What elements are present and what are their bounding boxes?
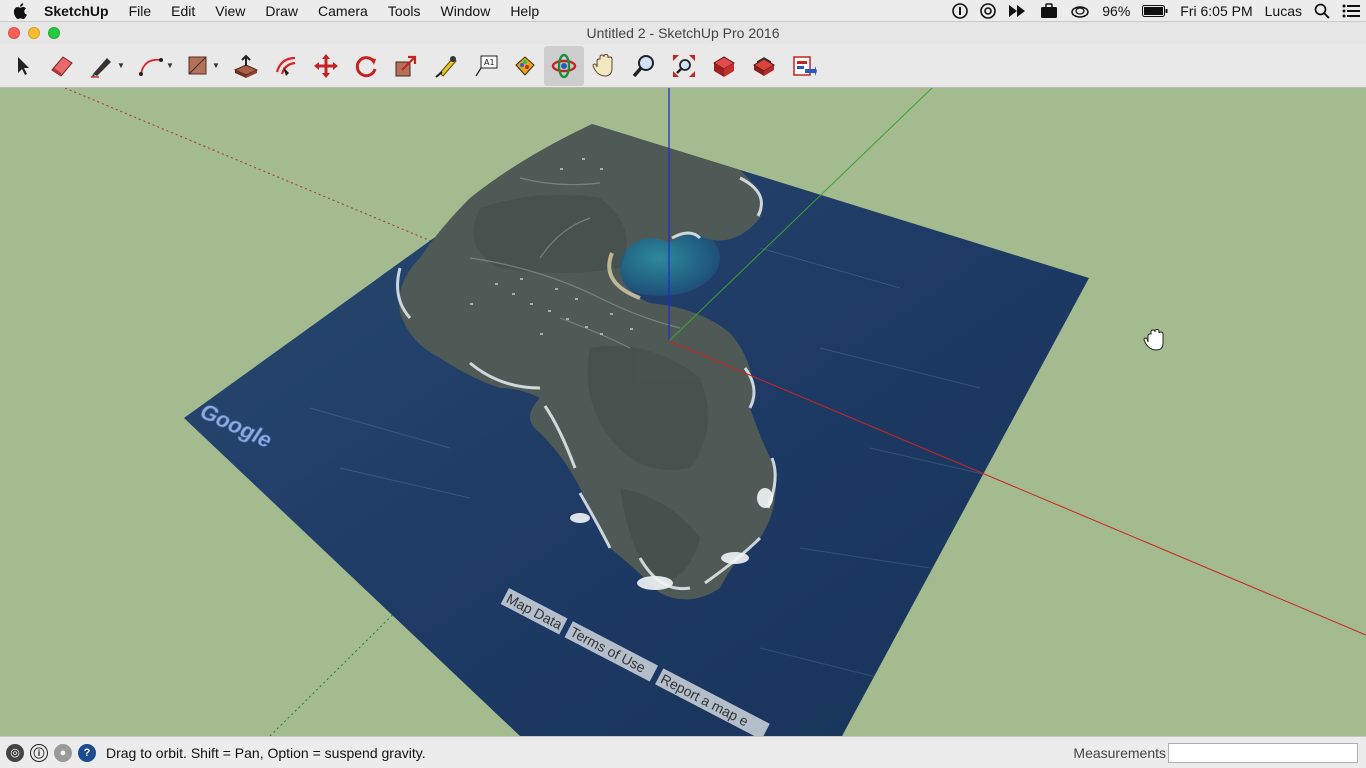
paint-bucket-icon	[515, 55, 535, 76]
pencil-tool-button[interactable]: ▼	[82, 46, 132, 86]
menu-help[interactable]: Help	[500, 0, 549, 22]
minimize-window-button[interactable]	[28, 27, 40, 39]
main-toolbar: ▼ ▼ ▼ A1	[0, 44, 1366, 88]
push-pull-icon	[233, 54, 259, 78]
arc-tool-button[interactable]: ▼	[132, 46, 180, 86]
menu-bar: SketchUp File Edit View Draw Camera Tool…	[0, 0, 1366, 22]
extension-warehouse-icon	[753, 56, 775, 76]
push-pull-tool-button[interactable]	[226, 46, 266, 86]
menu-tools[interactable]: Tools	[378, 0, 431, 22]
user-account-icon[interactable]: ●	[54, 743, 72, 762]
onepassword-icon[interactable]	[952, 2, 969, 19]
arrows-icon[interactable]	[1008, 4, 1028, 18]
sync-icon[interactable]	[980, 2, 997, 19]
chevron-down-icon[interactable]: ▼	[212, 61, 220, 70]
rotate-tool-button[interactable]	[346, 46, 386, 86]
close-window-button[interactable]	[8, 27, 20, 39]
send-to-layout-icon	[793, 55, 817, 76]
chevron-down-icon[interactable]: ▼	[117, 61, 125, 70]
zoom-extents-icon	[673, 54, 695, 77]
instructor-help-icon[interactable]: ?	[78, 743, 96, 762]
3d-warehouse-button[interactable]	[704, 46, 744, 86]
model-viewport[interactable]: Google Map Data Terms of Use Report a ma…	[0, 88, 1366, 736]
battery-percent: 96%	[1102, 2, 1131, 19]
eraser-icon	[51, 55, 73, 77]
orbit-icon	[551, 53, 577, 78]
hand-cursor-icon	[1143, 328, 1164, 351]
paint-bucket-tool-button[interactable]	[506, 46, 544, 86]
battery-icon[interactable]	[1142, 4, 1168, 17]
geolocation-terrain[interactable]: Google Map Data Terms of Use Report a ma…	[184, 124, 1089, 736]
apple-menu-icon[interactable]	[0, 0, 40, 22]
chevron-down-icon[interactable]: ▼	[166, 61, 174, 70]
spotlight-search-icon[interactable]	[1314, 3, 1330, 19]
orbit-tool-button[interactable]	[544, 45, 584, 86]
send-to-layout-button[interactable]	[784, 46, 824, 86]
warehouse-icon	[713, 55, 735, 77]
window-title-bar: Untitled 2 - SketchUp Pro 2016	[0, 22, 1366, 44]
eraser-tool-button[interactable]	[42, 46, 82, 86]
zoom-extents-tool-button[interactable]	[664, 46, 704, 86]
notification-center-icon[interactable]	[1342, 4, 1360, 18]
scale-tool-button[interactable]	[386, 46, 426, 86]
move-arrows-icon	[314, 53, 338, 78]
pencil-icon	[91, 57, 112, 78]
menu-edit[interactable]: Edit	[161, 0, 205, 22]
rotate-icon	[355, 55, 377, 77]
measurements-label: Measurements	[1073, 744, 1166, 761]
briefcase-icon[interactable]	[1040, 2, 1058, 19]
geolocation-status-icon[interactable]: ◎	[6, 743, 24, 762]
scene-canvas[interactable]: Google Map Data Terms of Use Report a ma…	[0, 88, 1366, 736]
text-tool-button[interactable]: A1	[466, 46, 506, 86]
select-arrow-icon	[18, 56, 29, 75]
hand-pan-icon	[592, 53, 613, 77]
magnifier-icon	[632, 54, 654, 77]
zoom-tool-button[interactable]	[624, 46, 664, 86]
offset-tool-button[interactable]	[266, 46, 306, 86]
menu-window[interactable]: Window	[431, 0, 501, 22]
clock[interactable]: Fri 6:05 PM	[1180, 3, 1252, 19]
svg-text:A1: A1	[484, 58, 495, 67]
tape-measure-tool-button[interactable]	[426, 46, 466, 86]
menu-camera[interactable]: Camera	[308, 0, 378, 22]
menu-view[interactable]: View	[205, 0, 255, 22]
status-menus: 96% Fri 6:05 PM Lucas	[946, 0, 1366, 22]
status-bar: ◎ ⓘ ● ? Drag to orbit. Shift = Pan, Opti…	[0, 736, 1366, 768]
scale-icon	[395, 55, 417, 76]
move-tool-button[interactable]	[306, 46, 346, 86]
menu-draw[interactable]: Draw	[255, 0, 308, 22]
zoom-window-button[interactable]	[48, 27, 60, 39]
extension-warehouse-button[interactable]	[744, 46, 784, 86]
user-name[interactable]: Lucas	[1265, 3, 1302, 19]
menu-file[interactable]: File	[119, 0, 162, 22]
measurements-input[interactable]	[1168, 742, 1358, 763]
app-menu[interactable]: SketchUp	[40, 0, 119, 22]
window-title: Untitled 2 - SketchUp Pro 2016	[586, 25, 780, 41]
arc-icon	[139, 57, 164, 76]
rectangle-tool-button[interactable]: ▼	[180, 46, 226, 86]
rectangle-icon	[188, 56, 207, 74]
window-controls	[8, 27, 60, 39]
credits-info-icon[interactable]: ⓘ	[30, 743, 48, 762]
cloud-app-icon[interactable]	[1070, 4, 1090, 18]
offset-icon	[275, 56, 296, 76]
select-tool-button[interactable]	[6, 46, 42, 86]
status-hint-text: Drag to orbit. Shift = Pan, Option = sus…	[106, 744, 426, 761]
tape-measure-icon	[435, 55, 457, 78]
pan-tool-button[interactable]	[584, 46, 624, 86]
text-label-icon: A1	[475, 55, 498, 76]
